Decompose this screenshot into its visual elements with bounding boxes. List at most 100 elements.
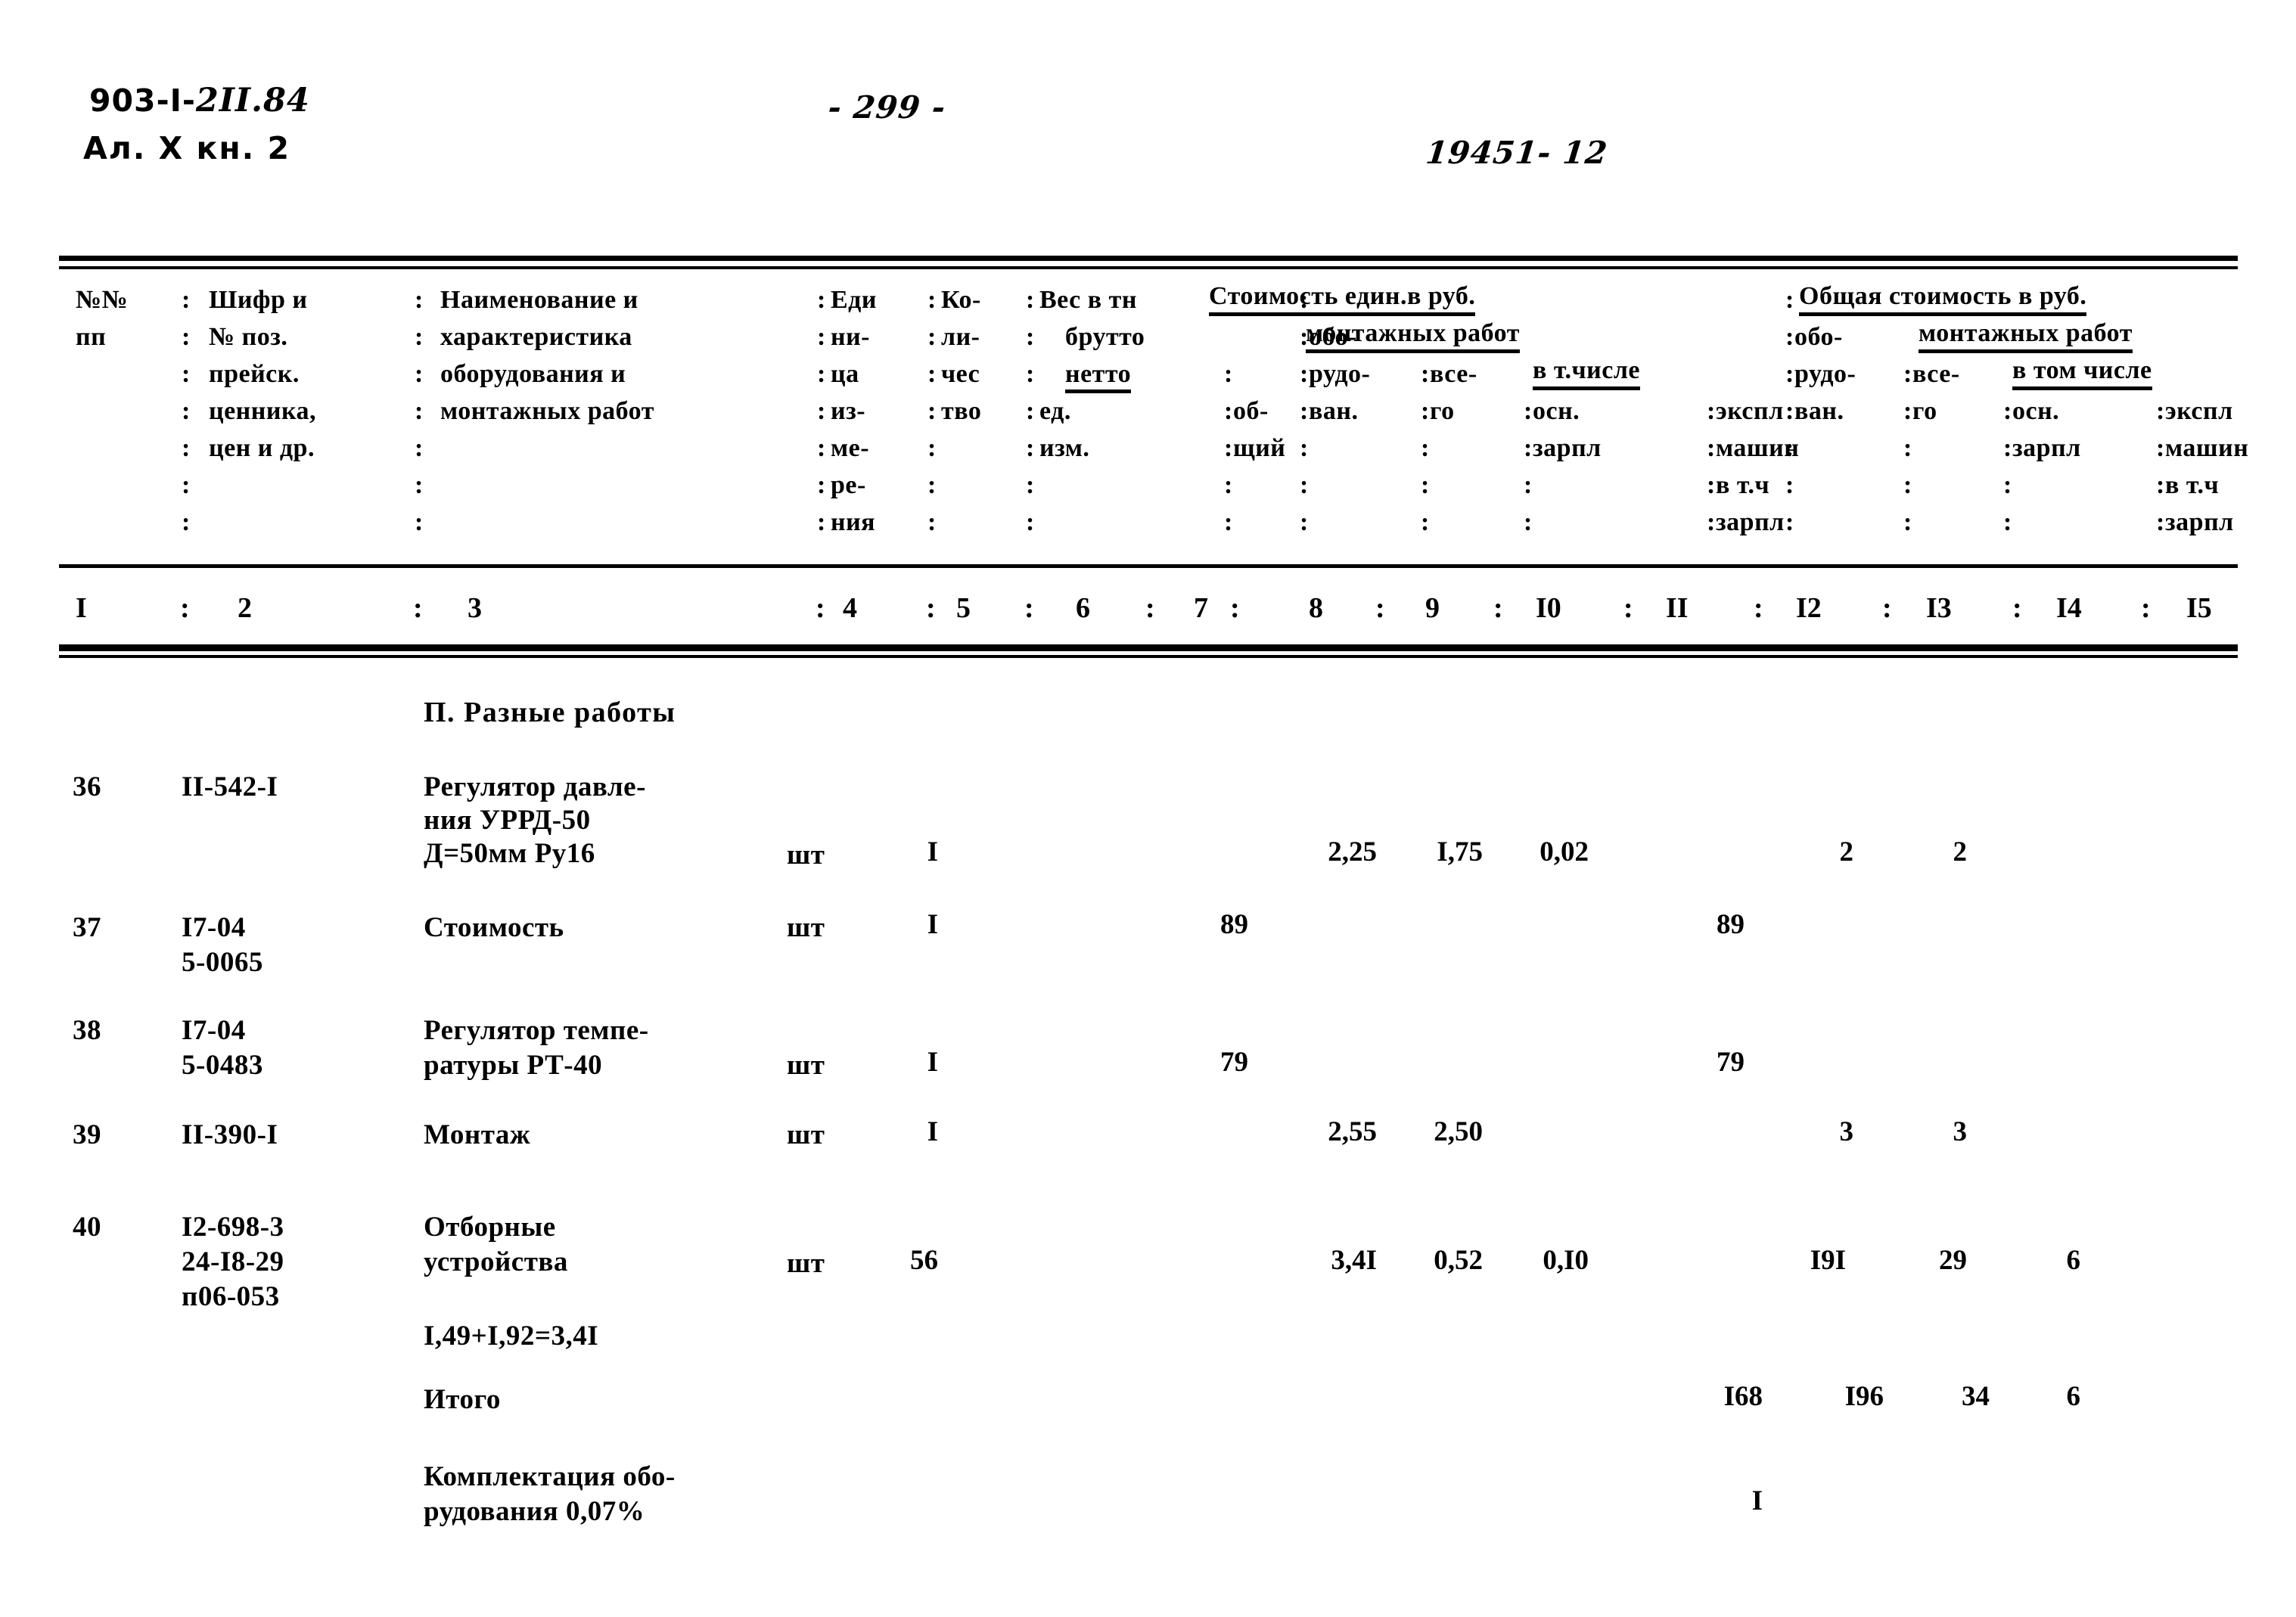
row-40-c11: 0,I0 xyxy=(1543,1245,1589,1276)
row-40-code-line3: п06-053 xyxy=(182,1281,280,1312)
colnum-sep-8: : xyxy=(1375,592,1385,624)
colnum-11: II xyxy=(1666,592,1689,624)
colnum-sep-13: : xyxy=(2012,592,2022,624)
header-col4-line7: ния xyxy=(831,508,876,536)
header-col9-line1: все- xyxy=(1430,360,1477,388)
row-40-no: 40 xyxy=(73,1212,101,1243)
table-top-rule-1 xyxy=(59,256,2238,261)
row-38-c8: 79 xyxy=(1220,1047,1248,1078)
header-col4-line4: из- xyxy=(831,397,866,425)
col-sep-12: : : : : : xyxy=(1903,360,1912,536)
colnum-3: 3 xyxy=(468,592,482,624)
row-38-unit: шт xyxy=(787,1050,825,1081)
colnum-sep-3: : xyxy=(816,592,825,624)
document-code-printed: 903-I- xyxy=(89,82,196,119)
complect-label-line2: рудования 0,07% xyxy=(424,1496,645,1527)
header-col6-izm: изм. xyxy=(1039,434,1090,462)
header-col1-line2: пп xyxy=(76,323,107,351)
header-col12-line2: рудо- xyxy=(1794,360,1856,388)
header-col13-line1: все- xyxy=(1912,360,1960,388)
row-40-c13: I9I xyxy=(1810,1245,1846,1276)
colnum-sep-2: : xyxy=(413,592,423,624)
row-36-c13: 2 xyxy=(1839,836,1854,867)
colnum-10: I0 xyxy=(1536,592,1561,624)
row-40-c10: 0,52 xyxy=(1434,1245,1483,1276)
complect-value: I xyxy=(1751,1485,1763,1516)
row-39-name-line1: Монтаж xyxy=(424,1119,531,1150)
total-c12: I68 xyxy=(1723,1381,1763,1412)
colnum-sep-1: : xyxy=(180,592,190,624)
row-37-code-line1: I7-04 xyxy=(182,912,246,943)
colnum-sep-11: : xyxy=(1754,592,1763,624)
col-sep-9: : : : : xyxy=(1524,397,1533,536)
row-37-no: 37 xyxy=(73,912,101,943)
row-36-name-line3: Д=50мм Ру16 xyxy=(424,838,595,869)
row-40-name-line2: устройства xyxy=(424,1246,568,1277)
header-col3-line3: оборудования и xyxy=(440,360,626,388)
header-col11-line3: в т.ч xyxy=(1716,471,1770,499)
colnum-sep-6: : xyxy=(1145,592,1155,624)
header-col11-line1: экспл xyxy=(1716,397,1784,425)
colnum-4: 4 xyxy=(843,592,857,624)
header-col14-line1: осн. xyxy=(2012,397,2060,425)
header-col5-line4: тво xyxy=(941,397,982,425)
row-39-no: 39 xyxy=(73,1119,101,1150)
colnum-7: 7 xyxy=(1194,592,1208,624)
header-col7-line2: щий xyxy=(1233,434,1286,462)
row-37-name-line1: Стоимость xyxy=(424,912,564,943)
row-37-qty: I xyxy=(927,909,938,940)
row-39-code-line1: II-390-I xyxy=(182,1119,278,1150)
header-col2-line1: Шифр и xyxy=(209,286,308,314)
group-among-which-2-label: в том числе xyxy=(2012,355,2152,390)
header-col4-line1: Еди xyxy=(831,286,877,314)
section-title: П. Разные работы xyxy=(424,697,676,728)
col-sep-10: : : : : xyxy=(1707,397,1716,536)
header-col2-line2: № поз. xyxy=(209,323,288,351)
row-36-c9: 2,25 xyxy=(1328,836,1377,867)
colnum-12: I2 xyxy=(1796,592,1822,624)
row-36-name-line1: Регулятор давле- xyxy=(424,771,646,802)
colnum-2: 2 xyxy=(238,592,252,624)
table-top-rule-2 xyxy=(59,266,2238,269)
header-col4-line5: ме- xyxy=(831,434,870,462)
header-col8-line2: рудо- xyxy=(1309,360,1371,388)
header-col15-line4: зарпл xyxy=(2165,508,2234,536)
row-40-c14: 29 xyxy=(1939,1245,1967,1276)
header-col3-line2: характеристика xyxy=(440,323,632,351)
column-number-row: I : 2 : 3 : 4 : 5 : 6 : 7 : 8 : 9 : I0 :… xyxy=(59,591,2238,637)
row-39-c9: 2,55 xyxy=(1328,1116,1377,1147)
row-37-code-line2: 5-0065 xyxy=(182,947,263,978)
col-sep-5: : : : : : : : xyxy=(1026,286,1035,536)
header-col8-line3: ван. xyxy=(1309,397,1359,425)
row-37-unit: шт xyxy=(787,912,825,943)
header-col15-line3: в т.ч xyxy=(2165,471,2220,499)
col-sep-6: : : : : : xyxy=(1224,360,1233,536)
row-38-c12: 79 xyxy=(1717,1047,1745,1078)
row-36-c11: 0,02 xyxy=(1539,836,1589,867)
row-40-c15: 6 xyxy=(2066,1245,2081,1276)
page-number: - 299 - xyxy=(826,89,948,126)
col-sep-14: : : : : xyxy=(2156,397,2165,536)
row-36-no: 36 xyxy=(73,771,101,802)
header-col12-line1: обо- xyxy=(1794,323,1843,351)
col-sep-1: : : : : : : : xyxy=(182,286,191,536)
row-36-name-line2: ния УРРД-50 xyxy=(424,805,591,836)
header-col6-netto: нетто xyxy=(1065,355,1132,393)
row-39-c10: 2,50 xyxy=(1434,1116,1483,1147)
header-col11-line4: зарпл xyxy=(1716,508,1785,536)
column-number-bottom-rule-2 xyxy=(59,655,2238,658)
group-unit-cost-label: Стоимость един.в руб. xyxy=(1209,281,1476,316)
header-col10-line1: осн. xyxy=(1533,397,1580,425)
colnum-13: I3 xyxy=(1926,592,1952,624)
group-montage-works-2-label: монтажных работ xyxy=(1919,318,2133,353)
header-weight-group-label: Вес в тн xyxy=(1039,286,1137,314)
header-col10-line2: зарпл xyxy=(1533,434,1602,462)
document-album-book: Ал. X кн. 2 xyxy=(83,130,291,166)
document-code-handwritten: 2II.84 xyxy=(195,82,310,119)
total-c14: 34 xyxy=(1962,1381,1990,1412)
col-sep-2: : : : : : : : xyxy=(415,286,424,536)
colnum-15: I5 xyxy=(2186,592,2212,624)
column-number-bottom-rule-1 xyxy=(59,644,2238,651)
colnum-sep-4: : xyxy=(926,592,936,624)
row-38-name-line2: ратуры РТ-40 xyxy=(424,1050,603,1081)
